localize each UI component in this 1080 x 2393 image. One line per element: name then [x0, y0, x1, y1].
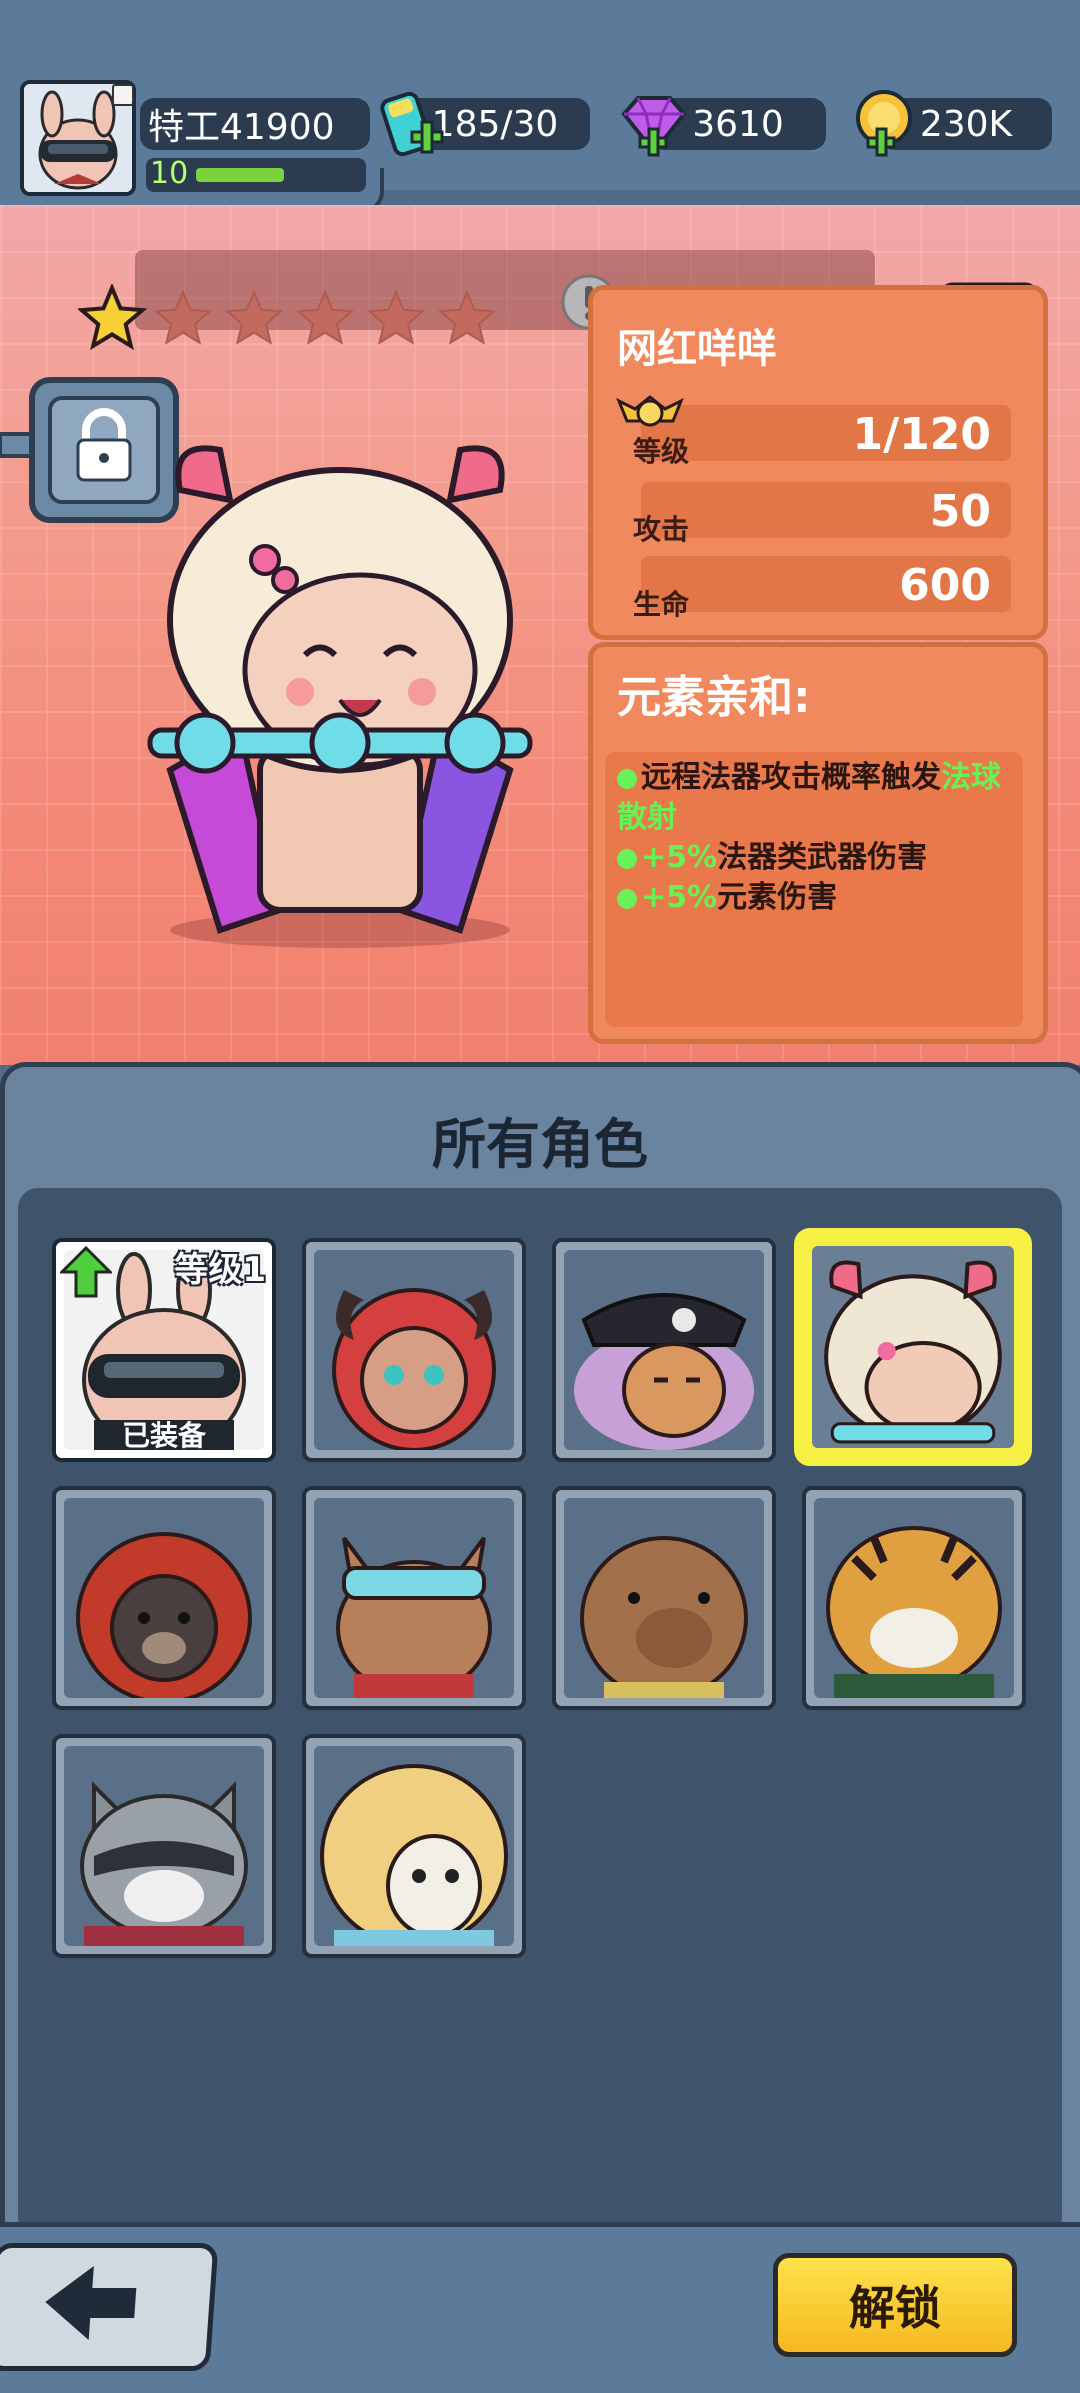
raccoon-icon	[64, 1746, 264, 1946]
element-affinity-panel: 元素亲和: 远程法器攻击概率触发法球散射 +5%法器类武器伤害 +5%元素伤害	[588, 642, 1048, 1044]
hp-row: 600	[641, 556, 1011, 612]
star-empty-icon	[366, 289, 426, 345]
unlock-button[interactable]: 解锁	[773, 2253, 1017, 2357]
hero-info-panel: 网红咩咩 1/120 50 600 等级 攻击 生命	[588, 285, 1048, 640]
character-card-tiger[interactable]	[802, 1486, 1026, 1710]
card-equipped-label: 已装备	[121, 1419, 206, 1452]
affinity-line-2: +5%法器类武器伤害	[617, 838, 1015, 878]
character-card-bunny[interactable]: 等级1 已装备	[52, 1238, 276, 1462]
affinity-title: 元素亲和:	[617, 672, 811, 723]
level-value: 1/120	[852, 409, 991, 460]
affinity-line-3-text: 元素伤害	[717, 880, 838, 915]
coin-icon[interactable]	[852, 88, 920, 162]
hooded-bear-icon	[64, 1498, 264, 1698]
hero-name: 网红咩咩	[617, 326, 777, 372]
xp-fill	[196, 168, 284, 182]
red-demon-girl-icon	[314, 1250, 514, 1450]
character-card-pirate-fox[interactable]	[552, 1238, 776, 1462]
hp-value: 600	[899, 560, 991, 611]
affinity-line-1-text: 远程法器攻击概率触发	[641, 760, 941, 795]
sheep-idol-icon	[812, 1246, 1014, 1448]
star-filled-icon	[76, 282, 148, 351]
tiger-icon	[814, 1498, 1014, 1698]
star-empty-icon	[224, 289, 284, 345]
star-rating	[76, 282, 518, 354]
back-button[interactable]	[0, 2243, 219, 2371]
bullet-dot-icon	[617, 768, 637, 789]
gem-value: 3610	[692, 103, 784, 145]
attack-row: 50	[641, 482, 1011, 538]
player-name-plate: 特工41900	[140, 98, 370, 150]
energy-value: 185/30	[431, 103, 559, 145]
affinity-line-2-text: 法器类武器伤害	[717, 840, 928, 875]
attack-value: 50	[929, 486, 991, 537]
coin-value: 230K	[919, 103, 1013, 145]
character-card-capybara[interactable]	[552, 1486, 776, 1710]
hero-sheep-character	[110, 430, 570, 954]
player-name: 特工41900	[148, 107, 335, 148]
star-empty-icon	[295, 289, 355, 345]
character-card-goggles-cat[interactable]	[302, 1486, 526, 1710]
back-arrow-icon	[45, 2266, 137, 2340]
character-card-snow-owl[interactable]	[302, 1734, 526, 1958]
level-label: 等级	[633, 435, 690, 468]
capybara-icon	[564, 1498, 764, 1698]
player-level: 10	[150, 156, 189, 191]
upgrade-arrow-icon	[58, 1245, 114, 1302]
affinity-list: 远程法器攻击概率触发法球散射 +5%法器类武器伤害 +5%元素伤害	[605, 752, 1023, 1027]
affinity-line-3: +5%元素伤害	[617, 878, 1015, 918]
bullet-dot-icon	[617, 848, 637, 869]
character-card-raccoon[interactable]	[52, 1734, 276, 1958]
affinity-line-2-highlight: +5%	[641, 840, 718, 875]
star-empty-icon	[437, 289, 497, 345]
character-card-sheep-selected[interactable]	[794, 1228, 1032, 1466]
bullet-dot-icon	[617, 888, 637, 909]
star-empty-icon	[153, 289, 213, 345]
energy-battery-icon[interactable]	[378, 88, 448, 168]
card-level-label: 等级1	[174, 1250, 266, 1290]
pirate-fox-icon	[564, 1250, 764, 1450]
hp-label: 生命	[633, 588, 690, 621]
attack-label: 攻击	[633, 513, 690, 546]
player-xp-bar: 10	[146, 156, 366, 192]
gem-diamond-icon[interactable]	[618, 94, 690, 162]
snow-owl-icon	[314, 1746, 514, 1946]
affinity-line-3-highlight: +5%	[641, 880, 718, 915]
goggles-cat-icon	[314, 1498, 514, 1698]
character-card-demon-girl[interactable]	[302, 1238, 526, 1462]
roster-title: 所有角色	[432, 1113, 648, 1176]
affinity-line-1: 远程法器攻击概率触发法球散射	[617, 758, 1015, 838]
level-row: 1/120	[641, 405, 1011, 461]
avatar-badge-icon	[112, 84, 134, 106]
character-card-hooded-bear[interactable]	[52, 1486, 276, 1710]
